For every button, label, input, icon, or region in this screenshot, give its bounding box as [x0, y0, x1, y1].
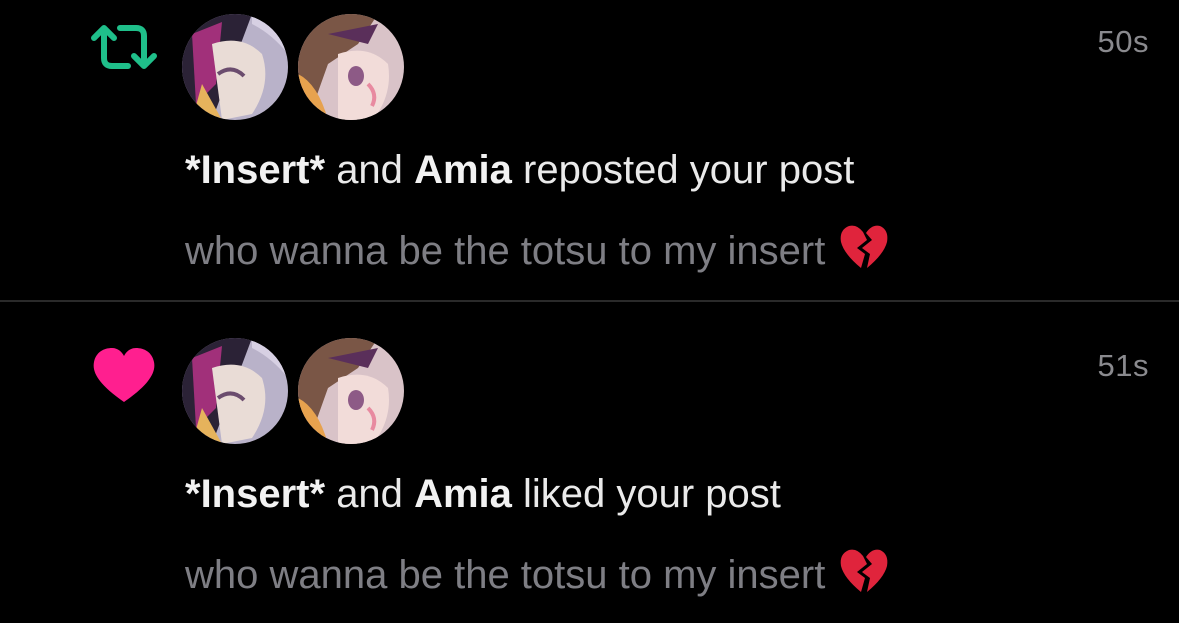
post-preview[interactable]: who wanna be the totsu to my insert	[185, 224, 889, 274]
notification-headline: *Insert* and Amia reposted your post	[185, 148, 854, 193]
avatar-amia[interactable]	[298, 14, 404, 120]
repost-icon	[88, 18, 160, 78]
connector-text: and	[336, 472, 403, 516]
actor-name-insert[interactable]: *Insert*	[185, 148, 325, 192]
notification-item-repost[interactable]: 50s *Insert* and Amia reposted your post…	[0, 0, 1179, 300]
action-text: liked your post	[523, 472, 781, 516]
avatar-amia[interactable]	[298, 338, 404, 444]
connector-text: and	[336, 148, 403, 192]
actor-name-amia[interactable]: Amia	[414, 472, 512, 516]
timestamp: 51s	[1097, 348, 1149, 383]
post-preview-text: who wanna be the totsu to my insert	[185, 553, 826, 597]
avatar-insert[interactable]	[182, 14, 288, 120]
post-preview[interactable]: who wanna be the totsu to my insert	[185, 548, 889, 598]
broken-heart-emoji	[839, 548, 889, 594]
actor-name-amia[interactable]: Amia	[414, 148, 512, 192]
heart-icon	[88, 346, 160, 406]
timestamp: 50s	[1097, 24, 1149, 59]
broken-heart-emoji	[839, 224, 889, 270]
notification-headline: *Insert* and Amia liked your post	[185, 472, 781, 517]
action-text: reposted your post	[523, 148, 855, 192]
avatar-insert[interactable]	[182, 338, 288, 444]
notification-item-like[interactable]: 51s *Insert* and Amia liked your post wh…	[0, 302, 1179, 623]
post-preview-text: who wanna be the totsu to my insert	[185, 229, 826, 273]
actor-name-insert[interactable]: *Insert*	[185, 472, 325, 516]
